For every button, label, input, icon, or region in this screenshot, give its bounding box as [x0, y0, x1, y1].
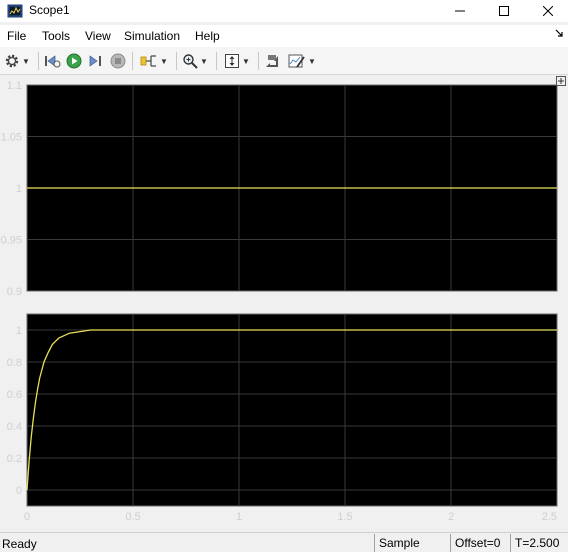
y-tick-label: 0.9 [7, 286, 22, 298]
y-tick-label: 0.4 [7, 421, 22, 433]
scope-plot-area: 0.9 0.95 1 1.05 1.1 0 0.2 0.4 0.6 0.8 1 0 0.5 1 1.5 2 2.… [0, 76, 568, 530]
toolbar-separator [132, 52, 133, 70]
menu-simulation[interactable]: Simulation [124, 29, 180, 43]
gear-icon [5, 54, 19, 68]
run-icon [66, 53, 82, 69]
maximize-icon [499, 6, 509, 16]
x-tick-label: 1 [236, 511, 242, 523]
status-offset: Offset=0 [450, 534, 510, 552]
stop-icon [110, 53, 126, 69]
autoscale-button[interactable]: ▼ [224, 52, 250, 70]
status-time: T=2.500 [510, 534, 568, 552]
stop-button[interactable] [110, 52, 126, 70]
dropdown-arrow-icon[interactable]: ▼ [160, 57, 168, 66]
y-tick-label: 1.05 [1, 132, 22, 144]
window-title: Scope1 [29, 3, 70, 17]
zoom-icon [183, 54, 198, 69]
y-tick-label: 0 [16, 485, 22, 497]
toolbar: ▼ ▼ ▼ ▼ ▼ [0, 47, 568, 75]
write-data-icon [266, 55, 278, 67]
y-tick-label: 0.8 [7, 357, 22, 369]
step-back-icon [45, 55, 61, 68]
highlight-signal-icon [140, 55, 156, 67]
step-forward-icon [89, 55, 101, 67]
x-tick-label: 0 [24, 511, 30, 523]
highlight-signal-button[interactable]: ▼ [140, 52, 168, 70]
menu-file[interactable]: File [7, 29, 26, 43]
status-sample-mode: Sample based [374, 534, 450, 552]
dropdown-arrow-icon[interactable]: ▼ [242, 57, 250, 66]
menu-view[interactable]: View [85, 29, 111, 43]
dropdown-arrow-icon[interactable]: ▼ [22, 57, 30, 66]
toolbar-separator [176, 52, 177, 70]
step-back-button[interactable] [44, 52, 62, 70]
edit-style-button[interactable]: ▼ [288, 52, 316, 70]
dock-arrow-icon[interactable] [555, 29, 564, 38]
scope-plots[interactable]: 0.9 0.95 1 1.05 1.1 0 0.2 0.4 0.6 0.8 1 0 0.5 1 1.5 2 2.… [0, 76, 568, 530]
y-tick-label: 1 [16, 183, 22, 195]
dropdown-arrow-icon[interactable]: ▼ [308, 57, 316, 66]
toolbar-separator [38, 52, 39, 70]
x-tick-label: 0.5 [125, 511, 140, 523]
y-tick-label: 1 [16, 325, 22, 337]
configuration-button[interactable]: ▼ [4, 52, 30, 70]
toolbar-separator [258, 52, 259, 70]
title-bar: Scope1 [0, 0, 568, 22]
dropdown-arrow-icon[interactable]: ▼ [200, 57, 208, 66]
edit-style-icon [288, 54, 305, 68]
minimize-icon [455, 10, 465, 12]
menu-help[interactable]: Help [195, 29, 220, 43]
autoscale-icon [225, 54, 239, 68]
step-forward-button[interactable] [88, 52, 104, 70]
x-tick-label: 2 [448, 511, 454, 523]
close-icon [543, 6, 553, 16]
menu-bar: File Tools View Simulation Help [0, 25, 568, 47]
maximize-button[interactable] [482, 0, 526, 22]
zoom-button[interactable]: ▼ [182, 52, 208, 70]
axes-1-background [26, 313, 558, 507]
undock-icon[interactable] [556, 76, 566, 86]
y-tick-label: 0.6 [7, 389, 22, 401]
run-button[interactable] [66, 52, 82, 70]
y-tick-label: 0.95 [1, 235, 22, 247]
menu-tools[interactable]: Tools [42, 29, 70, 43]
close-button[interactable] [526, 0, 568, 22]
minimize-button[interactable] [438, 0, 482, 22]
x-tick-label: 1.5 [337, 511, 352, 523]
status-ready: Ready [2, 537, 37, 551]
status-bar: Ready Sample based Offset=0 T=2.500 [0, 532, 568, 552]
y-tick-label: 0.2 [7, 453, 22, 465]
toolbar-separator [216, 52, 217, 70]
write-data-button[interactable] [264, 52, 280, 70]
x-tick-label: 2.5 [542, 511, 557, 523]
scope-app-icon [7, 4, 23, 18]
y-tick-label: 1.1 [7, 80, 22, 92]
